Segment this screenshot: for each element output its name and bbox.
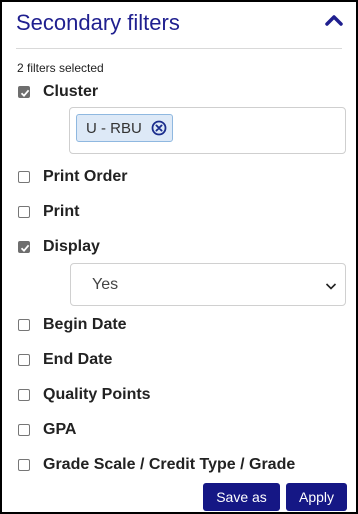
save-as-button[interactable]: Save as [203, 483, 280, 511]
filter-label: Begin Date [43, 316, 127, 333]
grade-scale-checkbox[interactable] [18, 459, 30, 471]
panel-title: Secondary filters [16, 10, 180, 35]
filter-label: Print [43, 203, 80, 220]
filter-label: GPA [43, 421, 77, 438]
filter-gpa[interactable]: GPA [18, 421, 76, 439]
check-icon [20, 89, 30, 98]
end-date-checkbox[interactable] [18, 354, 30, 366]
chevron-down-icon [325, 279, 337, 291]
filter-label: Quality Points [43, 386, 151, 403]
display-select[interactable]: Yes [70, 263, 346, 306]
secondary-filters-panel: Secondary filters 2 filters selected Clu… [0, 0, 358, 514]
quality-points-checkbox[interactable] [18, 389, 30, 401]
cluster-checkbox[interactable] [18, 86, 30, 98]
filter-print-order[interactable]: Print Order [18, 168, 127, 186]
filter-cluster[interactable]: Cluster [18, 83, 98, 101]
chevron-up-icon[interactable] [324, 12, 344, 28]
print-order-checkbox[interactable] [18, 171, 30, 183]
filter-end-date[interactable]: End Date [18, 351, 112, 369]
selected-tag: U - RBU [76, 114, 173, 142]
print-checkbox[interactable] [18, 206, 30, 218]
apply-button[interactable]: Apply [286, 483, 347, 511]
gpa-checkbox[interactable] [18, 424, 30, 436]
filter-label: Grade Scale / Credit Type / Grade [43, 456, 296, 473]
selected-count: 2 filters selected [17, 61, 104, 75]
filter-label: Print Order [43, 168, 128, 185]
cluster-multiselect[interactable]: U - RBU [69, 107, 346, 154]
filter-label: End Date [43, 351, 113, 368]
display-checkbox[interactable] [18, 241, 30, 253]
tag-label: U - RBU [86, 119, 142, 137]
filter-label: Display [43, 238, 100, 255]
filter-quality-points[interactable]: Quality Points [18, 386, 151, 404]
filter-begin-date[interactable]: Begin Date [18, 316, 127, 334]
check-icon [20, 244, 30, 253]
filter-print[interactable]: Print [18, 203, 79, 221]
begin-date-checkbox[interactable] [18, 319, 30, 331]
close-circle-icon[interactable] [151, 120, 167, 136]
title-divider [16, 48, 342, 49]
filter-label: Cluster [43, 83, 99, 100]
filter-grade-scale[interactable]: Grade Scale / Credit Type / Grade [18, 456, 295, 474]
display-select-value: Yes [92, 276, 119, 293]
filter-display[interactable]: Display [18, 238, 100, 256]
